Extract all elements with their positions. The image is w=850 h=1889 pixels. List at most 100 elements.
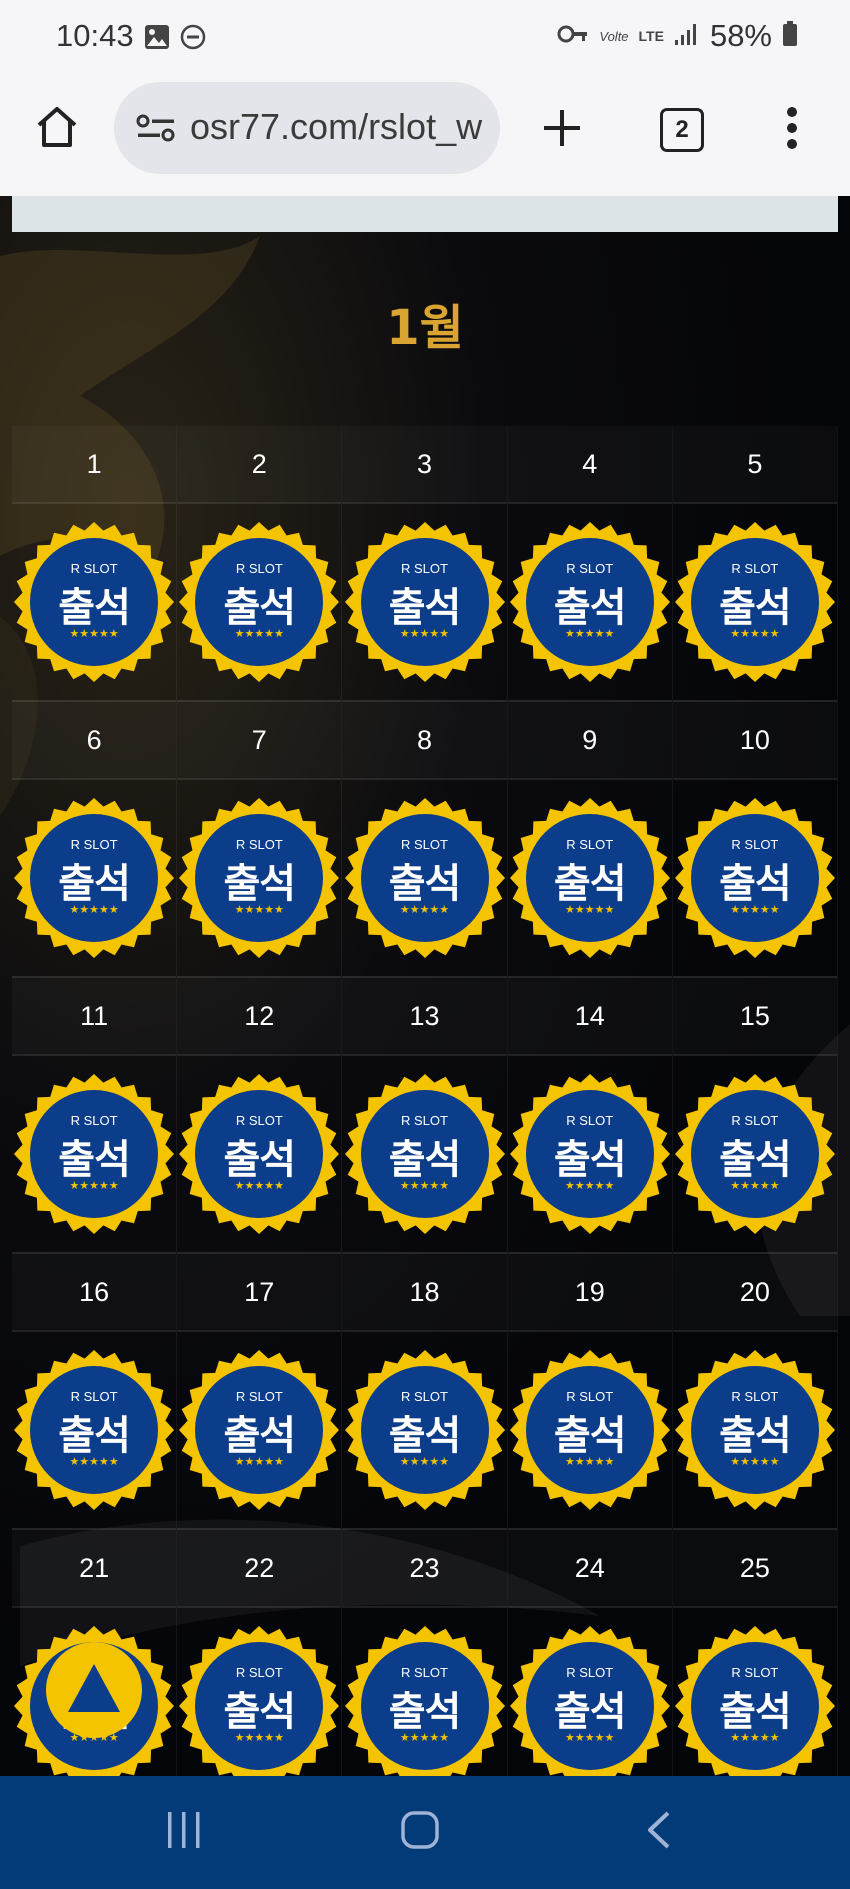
top-banner-strip xyxy=(12,196,838,232)
badge-attendance-label: 출석 xyxy=(553,1413,627,1459)
new-tab-icon[interactable] xyxy=(542,108,582,152)
day-number: 14 xyxy=(507,978,672,1056)
badge-stars: ★★★★★ xyxy=(399,627,450,640)
gallery-icon xyxy=(144,24,170,54)
attendance-badge[interactable]: R SLOT 출석★★★★★ xyxy=(13,1073,175,1235)
status-bar: 10:43 Volte LTE 58% xyxy=(0,0,850,78)
badge-attendance-label: 출석 xyxy=(223,1689,296,1735)
badge-stars: ★★★★★ xyxy=(69,903,119,916)
attendance-badge[interactable]: R SLOT 출석★★★★★ xyxy=(674,1625,836,1776)
attendance-badge[interactable]: R SLOT 출석★★★★★ xyxy=(13,797,175,959)
badge-container: R SLOT 출석★★★★★ xyxy=(672,1332,838,1530)
badge-stars: ★★★★★ xyxy=(730,903,780,916)
day-number: 16 xyxy=(12,1254,177,1332)
badge-attendance-label: 출석 xyxy=(58,1137,131,1183)
day-number: 15 xyxy=(672,978,838,1056)
badge-container: R SLOT 출석★★★★★ xyxy=(507,780,672,978)
badge-container: R SLOT 출석★★★★★ xyxy=(508,1608,672,1776)
badge-stars: ★★★★★ xyxy=(565,903,615,916)
back-icon[interactable] xyxy=(644,1810,674,1854)
badge-brand-text: R SLOT xyxy=(235,1113,283,1128)
badge-brand-text: R SLOT xyxy=(401,1665,448,1680)
day-number: 7 xyxy=(177,702,342,780)
badge-attendance-label: 출석 xyxy=(553,861,627,907)
attendance-badge[interactable]: R SLOT 출석★★★★★ xyxy=(344,797,506,959)
badge-brand-text: R SLOT xyxy=(235,837,283,852)
badge-stars: ★★★★★ xyxy=(565,1455,615,1468)
attendance-badge[interactable]: R SLOT 출석★★★★★ xyxy=(344,521,506,683)
page-content: 1월 1R SLOT 출석 ★★★★★ 2 R SLOT 출석 ★★★★★ 3 R SLOT 출석… xyxy=(0,196,850,1776)
home-icon[interactable] xyxy=(34,104,80,154)
calendar-day-cell: 7 R SLOT 출석 ★★★★★ xyxy=(177,702,343,978)
address-bar[interactable]: osr77.com/rslot_w xyxy=(114,82,500,174)
badge-container: R SLOT 출석★★★★★ xyxy=(507,1332,672,1530)
site-settings-icon[interactable] xyxy=(136,112,176,148)
attendance-badge[interactable]: R SLOT 출석★★★★★ xyxy=(509,521,671,683)
attendance-badge[interactable]: R SLOT 출석★★★★★ xyxy=(674,1349,836,1511)
badge-container: R SLOT 출석★★★★★ xyxy=(342,1056,507,1254)
badge-brand-text: R SLOT xyxy=(731,837,779,852)
badge-attendance-label: 출석 xyxy=(719,1413,792,1459)
attendance-badge[interactable]: R SLOT 출석★★★★★ xyxy=(178,1349,340,1511)
attendance-badge[interactable]: R SLOT 출석★★★★★ xyxy=(178,1073,340,1235)
tab-switcher-button[interactable]: 2 xyxy=(660,108,704,152)
badge-attendance-label: 출석 xyxy=(223,1413,296,1459)
calendar-day-cell: 17 R SLOT 출석 ★★★★★ xyxy=(177,1254,343,1530)
badge-stars: ★★★★★ xyxy=(234,627,284,640)
attendance-badge[interactable]: R SLOT 출석★★★★★ xyxy=(13,1349,175,1511)
key-icon xyxy=(557,23,589,50)
day-number: 2 xyxy=(177,426,342,504)
month-title: 1월 xyxy=(386,300,464,356)
more-options-icon[interactable] xyxy=(784,106,800,154)
badge-brand-text: R SLOT xyxy=(235,1665,283,1680)
attendance-badge[interactable]: R SLOT 출석★★★★★ xyxy=(178,1625,340,1776)
badge-brand-text: R SLOT xyxy=(70,561,118,576)
do-not-disturb-icon xyxy=(180,24,206,54)
badge-container: R SLOT 출석★★★★★ xyxy=(672,780,838,978)
calendar-day-cell: 1 R SLOT 출석 ★★★★★ xyxy=(12,426,178,702)
day-number: 23 xyxy=(342,1530,507,1608)
attendance-badge[interactable]: R SLOT 출석★★★★★ xyxy=(509,1349,671,1511)
calendar-day-cell: 12 R SLOT 출석 ★★★★★ xyxy=(177,978,343,1254)
day-number: 25 xyxy=(672,1530,838,1608)
badge-container: R SLOT 출석★★★★★ xyxy=(177,504,342,702)
attendance-badge[interactable]: R SLOT 출석★★★★★ xyxy=(674,521,836,683)
badge-attendance-label: 출석 xyxy=(719,1137,792,1183)
badge-stars: ★★★★★ xyxy=(399,903,450,916)
badge-brand-text: R SLOT xyxy=(731,1389,779,1404)
attendance-badge[interactable]: R SLOT 출석★★★★★ xyxy=(674,797,836,959)
badge-stars: ★★★★★ xyxy=(69,1179,119,1192)
calendar-day-cell: 11 R SLOT 출석 ★★★★★ xyxy=(12,978,178,1254)
day-number: 22 xyxy=(177,1530,342,1608)
badge-brand-text: R SLOT xyxy=(70,1113,118,1128)
badge-attendance-label: 출석 xyxy=(553,1689,627,1735)
badge-stars: ★★★★★ xyxy=(730,1731,780,1744)
day-number: 9 xyxy=(507,702,672,780)
badge-attendance-label: 출석 xyxy=(223,585,296,631)
home-nav-icon[interactable] xyxy=(400,1810,440,1854)
attendance-badge[interactable]: R SLOT 출석★★★★★ xyxy=(344,1073,506,1235)
badge-attendance-label: 출석 xyxy=(223,861,296,907)
recent-apps-icon[interactable] xyxy=(164,1810,204,1854)
attendance-badge[interactable]: R SLOT 출석★★★★★ xyxy=(13,521,175,683)
attendance-badge[interactable]: R SLOT 출석★★★★★ xyxy=(674,1073,836,1235)
calendar-week-row: 6R SLOT 출석 ★★★★★ 7 R SLOT 출석 ★★★★★ 8 R SLOT 출석 ★★★… xyxy=(12,702,839,978)
volte-label: Volte xyxy=(599,28,629,44)
attendance-badge[interactable]: R SLOT 출석★★★★★ xyxy=(178,521,340,683)
badge-stars: ★★★★★ xyxy=(234,1731,284,1744)
attendance-badge[interactable]: R SLOT 출석★★★★★ xyxy=(344,1625,506,1776)
attendance-badge[interactable]: R SLOT 출석★★★★★ xyxy=(509,1625,671,1776)
badge-brand-text: R SLOT xyxy=(235,561,283,576)
attendance-badge[interactable]: R SLOT 출석★★★★★ xyxy=(344,1349,506,1511)
badge-attendance-label: 출석 xyxy=(223,1137,296,1183)
attendance-badge[interactable]: R SLOT 출석★★★★★ xyxy=(509,797,671,959)
attendance-badge[interactable]: R SLOT 출석★★★★★ xyxy=(509,1073,671,1235)
calendar-day-cell: 2 R SLOT 출석 ★★★★★ xyxy=(177,426,343,702)
attendance-badge[interactable]: R SLOT 출석★★★★★ xyxy=(178,797,340,959)
badge-stars: ★★★★★ xyxy=(234,1455,284,1468)
calendar-day-cell: 4 R SLOT 출석 ★★★★★ xyxy=(507,426,673,702)
badge-brand-text: R SLOT xyxy=(566,837,614,852)
scroll-to-top-button[interactable] xyxy=(46,1642,142,1738)
badge-container: R SLOT 출석★★★★★ xyxy=(672,1056,838,1254)
calendar-day-cell: 15 R SLOT 출석 ★★★★★ xyxy=(672,978,839,1254)
